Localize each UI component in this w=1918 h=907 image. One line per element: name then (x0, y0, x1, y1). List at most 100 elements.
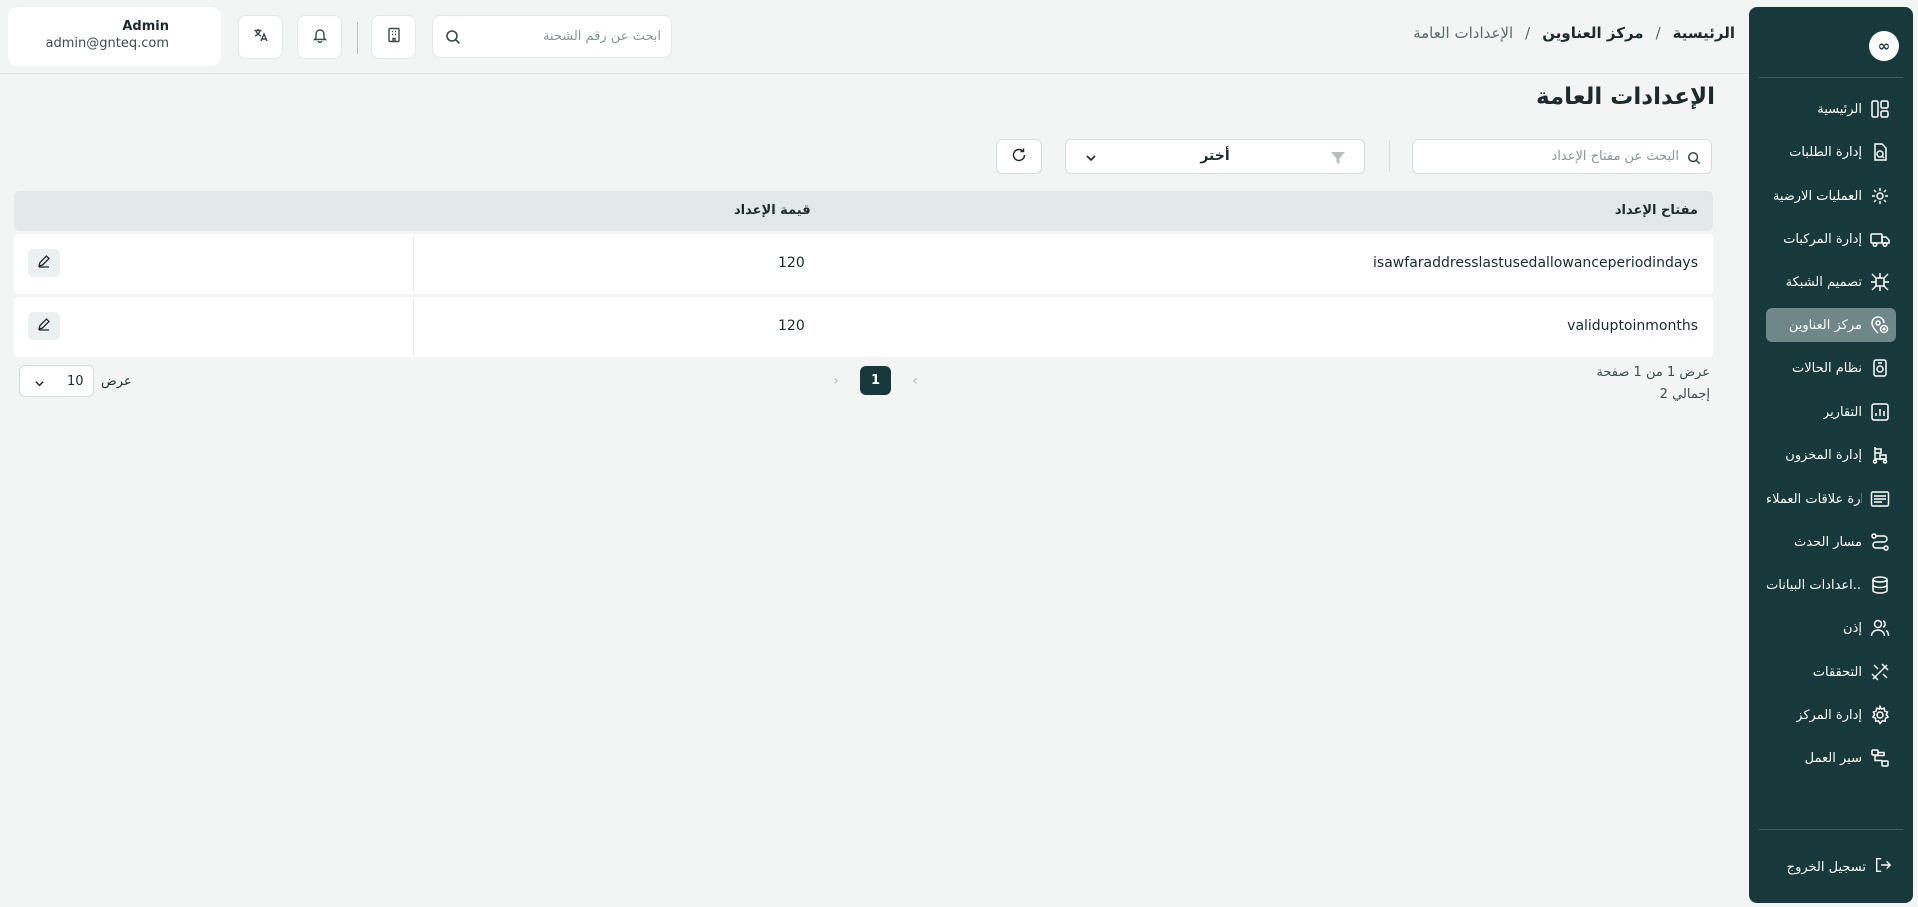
layout-icon (1868, 97, 1892, 121)
sidebar-item-vehicles[interactable]: إدارة المركبات (1766, 222, 1896, 256)
refresh-button[interactable] (996, 139, 1042, 174)
sidebar-item-inventory[interactable]: إدارة المخزون (1766, 438, 1896, 472)
pencil-icon (37, 254, 51, 272)
edit-button[interactable] (28, 312, 60, 340)
breadcrumb-section[interactable]: مركز العناوين (1542, 24, 1643, 42)
logout-icon (1874, 856, 1892, 878)
sidebar-item-network[interactable]: تصميم الشبكة (1766, 265, 1896, 299)
sidebar-item-label: مسار الحدث (1794, 534, 1862, 550)
page-info-text: عرض 1 من 1 صفحة (1596, 365, 1710, 380)
setting-key: isawfaraddresslastusedallowanceperiodind… (1373, 255, 1698, 271)
prev-page-button[interactable]: ‹ (905, 373, 925, 389)
breadcrumb-current: الإعدادات العامة (1413, 24, 1514, 42)
sidebar-item-data-settings[interactable]: اعدادات البيانات... (1766, 568, 1896, 602)
sidebar-item-center-management[interactable]: إدارة المركز (1766, 698, 1896, 732)
settings-table: مفتاح الإعداد قيمة الإعداد isawfaraddres… (14, 191, 1713, 357)
building-icon (386, 27, 402, 47)
sidebar-item-label: التقارير (1822, 404, 1862, 420)
sidebar-item-event-path[interactable]: مسار الحدث (1766, 525, 1896, 559)
per-page-label: عرض (101, 374, 132, 389)
users-icon (1868, 616, 1892, 640)
filter-select[interactable]: أختر (1065, 139, 1365, 174)
sidebar-item-label: إدارة المركبات (1783, 231, 1862, 247)
setting-key: validuptoinmonths (1567, 318, 1698, 334)
sidebar-item-label: تصميم الشبكة (1785, 274, 1862, 290)
setting-value: 120 (778, 318, 805, 334)
breadcrumb-home[interactable]: الرئيسية (1673, 24, 1735, 42)
next-page-button[interactable]: › (826, 373, 846, 389)
search-icon (1687, 150, 1701, 169)
language-button[interactable] (238, 15, 283, 59)
setting-key-search-input[interactable] (1429, 140, 1679, 173)
bell-icon (312, 27, 328, 47)
truck-icon (1868, 227, 1892, 251)
sidebar: ∞ الرئيسية إدارة الطلبات العمليات الارضي… (1749, 7, 1913, 903)
tools-icon (1868, 660, 1892, 684)
reports-icon (1868, 400, 1892, 424)
sidebar-item-ground-ops[interactable]: العمليات الارضية (1766, 179, 1896, 213)
chevron-down-icon (33, 375, 46, 394)
translate-icon (253, 27, 269, 47)
sidebar-item-label: إذن (1843, 620, 1862, 636)
sidebar-item-label: نظام الحالات (1791, 360, 1862, 376)
shipment-search-input[interactable] (471, 16, 661, 57)
sidebar-item-verifications[interactable]: التحققات (1766, 655, 1896, 689)
filter-divider (1389, 140, 1390, 172)
sidebar-item-label: التحققات (1812, 664, 1862, 680)
network-icon (1868, 270, 1892, 294)
orders-icon (1868, 140, 1892, 164)
inventory-icon (1868, 443, 1892, 467)
page-title: الإعدادات العامة (1535, 84, 1715, 110)
search-icon (445, 29, 461, 49)
sidebar-item-orders[interactable]: إدارة الطلبات (1766, 135, 1896, 169)
column-divider (413, 236, 414, 292)
building-button[interactable] (371, 15, 416, 59)
table-header: مفتاح الإعداد قيمة الإعداد (14, 191, 1713, 231)
shipment-search (432, 15, 672, 58)
logo[interactable]: ∞ (1869, 31, 1899, 61)
setting-value: 120 (778, 255, 805, 271)
sidebar-item-reports[interactable]: التقارير (1766, 395, 1896, 429)
column-header-key: مفتاح الإعداد (1614, 203, 1698, 218)
sidebar-item-status-system[interactable]: نظام الحالات (1766, 351, 1896, 385)
pencil-icon (37, 317, 51, 335)
sidebar-item-address-center[interactable]: مركز العناوين (1766, 308, 1896, 342)
edit-button[interactable] (28, 249, 60, 277)
sidebar-item-crm[interactable]: إدارة علاقات العملاء (1766, 482, 1896, 516)
pagination: › 1 ‹ (826, 366, 925, 395)
setting-key-search (1412, 139, 1712, 174)
user-menu[interactable]: Admin admin@gnteq.com (8, 7, 221, 66)
center-gear-icon (1868, 703, 1892, 727)
sidebar-item-label: العمليات الارضية (1772, 188, 1862, 204)
sidebar-item-label: إدارة الطلبات (1789, 144, 1862, 160)
refresh-icon (1011, 147, 1027, 167)
header-divider (357, 22, 358, 54)
sidebar-item-label: اعدادات البيانات... (1766, 577, 1862, 593)
sidebar-item-workflow[interactable]: سير العمل (1766, 741, 1896, 775)
breadcrumb-separator: / (1525, 24, 1531, 42)
notifications-button[interactable] (297, 15, 342, 59)
column-divider (413, 299, 414, 355)
table-row: isawfaraddresslastusedallowanceperiodind… (14, 234, 1713, 294)
sidebar-item-label: مركز العناوين (1788, 317, 1862, 333)
page-button-current[interactable]: 1 (860, 366, 891, 395)
sidebar-item-home[interactable]: الرئيسية (1766, 92, 1896, 126)
filter-select-value: أختر (1200, 148, 1230, 164)
sidebar-item-permission[interactable]: إذن (1766, 611, 1896, 645)
breadcrumb: الرئيسية / مركز العناوين / الإعدادات الع… (1413, 24, 1735, 42)
breadcrumb-separator: / (1655, 24, 1661, 42)
table-row: validuptoinmonths 120 (14, 297, 1713, 357)
user-email: admin@gnteq.com (45, 36, 169, 51)
top-bar: الرئيسية / مركز العناوين / الإعدادات الع… (0, 0, 1749, 74)
column-header-value: قيمة الإعداد (734, 203, 811, 218)
sidebar-item-label: إدارة المركز (1796, 707, 1862, 723)
logout-button[interactable]: تسجيل الخروج (1766, 852, 1896, 882)
sidebar-divider (1759, 77, 1903, 78)
per-page-value: 10 (67, 374, 84, 389)
pagination-info: عرض 1 من 1 صفحة إجمالي 2 (1596, 362, 1710, 406)
database-icon (1868, 573, 1892, 597)
sidebar-item-label: سير العمل (1804, 750, 1862, 766)
status-icon (1868, 356, 1892, 380)
chevron-down-icon (1084, 150, 1098, 169)
per-page-select[interactable]: 10 (19, 365, 94, 397)
